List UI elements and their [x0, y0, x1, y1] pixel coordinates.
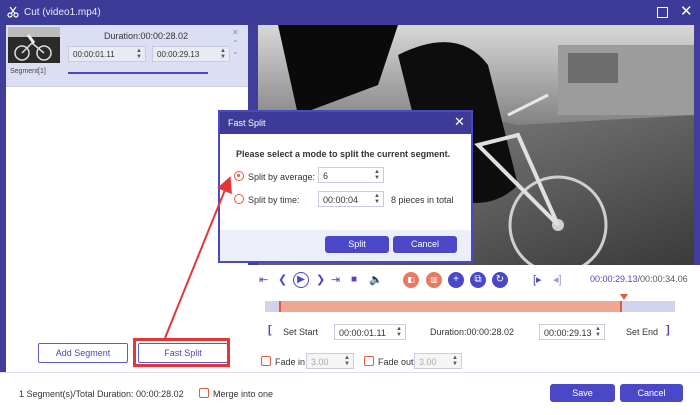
- segment-label: Segment[1]: [10, 68, 46, 75]
- timeline-selection[interactable]: [279, 301, 622, 312]
- stepper-icon[interactable]: ▲ ▼: [374, 193, 380, 205]
- scissors-icon: [7, 6, 19, 18]
- fade-in-value: 3.00: [311, 357, 329, 367]
- end-time-value: 00:00:29.13: [544, 328, 592, 338]
- bottom-bar: 1 Segment(s)/Total Duration: 00:00:28.02…: [0, 372, 700, 415]
- segment-duration: Duration:00:00:28.02: [104, 31, 189, 41]
- playhead[interactable]: [620, 294, 628, 300]
- stepper-icon[interactable]: ▲ ▼: [595, 326, 601, 338]
- total-duration: 1 Segment(s)/Total Duration: 00:00:28.02: [19, 389, 184, 399]
- start-time-value: 00:00:01.11: [339, 328, 386, 338]
- duplicate-icon[interactable]: ⧉: [470, 272, 486, 288]
- move-down-icon[interactable]: ⌄: [232, 47, 239, 56]
- dialog-prompt: Please select a mode to split the curren…: [236, 149, 451, 159]
- split-time-field[interactable]: 00:00:04 ▲ ▼: [318, 191, 384, 207]
- save-button[interactable]: Save: [550, 384, 615, 402]
- next-frame-icon[interactable]: ❯: [316, 273, 325, 287]
- average-count-field[interactable]: 6 ▲ ▼: [318, 167, 384, 183]
- split-by-time-radio[interactable]: [234, 194, 244, 204]
- average-count-value: 6: [323, 171, 329, 181]
- segment-start-value: 00:00:01.11: [73, 50, 115, 59]
- fade-out-field[interactable]: 3.00 ▲ ▼: [414, 353, 462, 369]
- split-time-value: 00:00:04: [323, 195, 359, 205]
- highlight-box: [133, 338, 230, 367]
- stepper-icon[interactable]: ▲ ▼: [374, 169, 380, 181]
- stepper-icon[interactable]: ▲ ▼: [220, 48, 226, 60]
- stepper-icon[interactable]: ▲ ▼: [136, 48, 142, 60]
- end-time-field[interactable]: 00:00:29.13 ▲ ▼: [539, 324, 605, 340]
- fade-out-label: Fade out: [378, 357, 414, 367]
- go-to-end-icon[interactable]: ⇥: [331, 273, 340, 287]
- set-end-button[interactable]: Set End: [626, 327, 658, 337]
- reset-icon[interactable]: ↻: [492, 272, 508, 288]
- set-start-button[interactable]: Set Start: [283, 327, 318, 337]
- fade-in-checkbox[interactable]: [261, 356, 271, 366]
- stop-icon[interactable]: ■: [351, 273, 357, 287]
- total-time: /00:00:34.06: [637, 274, 688, 284]
- maximize-button[interactable]: [657, 7, 668, 18]
- split-by-average-label: Split by average:: [248, 172, 316, 182]
- current-time: 00:00:29.13: [590, 274, 638, 284]
- dialog-close-icon[interactable]: ✕: [454, 114, 465, 130]
- add-icon[interactable]: +: [448, 272, 464, 288]
- segment-end-value: 00:00:29.13: [157, 50, 200, 59]
- play-icon[interactable]: ▶: [293, 272, 309, 288]
- add-segment-button[interactable]: Add Segment: [38, 343, 128, 363]
- fade-out-checkbox[interactable]: [364, 356, 374, 366]
- segment-thumbnail: [8, 27, 60, 63]
- merge-checkbox[interactable]: [199, 388, 209, 398]
- playback-controls: ⇤ ❮ ▶ ❯ ⇥ ■ 🔈 ◧ ▥ + ⧉ ↻ [▸ ◂] 00:00:29.1…: [248, 265, 700, 372]
- previous-frame-icon[interactable]: ❮: [278, 273, 287, 287]
- dialog-cancel-button[interactable]: Cancel: [393, 236, 457, 253]
- stepper-icon[interactable]: ▲ ▼: [344, 355, 350, 367]
- split-icon[interactable]: ▥: [426, 272, 442, 288]
- copy-segment-icon[interactable]: ◧: [403, 272, 419, 288]
- start-bracket-icon: [: [268, 324, 272, 336]
- merge-label: Merge into one: [213, 389, 274, 399]
- close-window-button[interactable]: ✕: [680, 4, 693, 19]
- stepper-icon[interactable]: ▲ ▼: [452, 355, 458, 367]
- title-bar: Cut (video1.mp4) ✕: [0, 0, 700, 25]
- split-by-time-label: Split by time:: [248, 195, 300, 205]
- segment-panel: Segment[1] Duration:00:00:28.02 00:00:01…: [6, 25, 248, 372]
- segment-start-field[interactable]: 00:00:01.11 ▲ ▼: [68, 46, 146, 62]
- split-by-average-radio[interactable]: [234, 171, 244, 181]
- fade-out-value: 3.00: [419, 357, 437, 367]
- cut-duration: Duration:00:00:28.02: [430, 327, 515, 337]
- volume-icon[interactable]: 🔈: [369, 273, 383, 287]
- time-readout: 00:00:29.13/00:00:34.06: [590, 274, 688, 284]
- fade-in-label: Fade in: [275, 357, 306, 367]
- go-to-start-icon[interactable]: ⇤: [259, 273, 268, 287]
- jump-to-end-marker-icon[interactable]: ◂]: [553, 273, 562, 287]
- jump-to-start-marker-icon[interactable]: [▸: [533, 273, 542, 287]
- fade-in-field[interactable]: 3.00 ▲ ▼: [306, 353, 354, 369]
- end-bracket-icon: ]: [666, 324, 670, 336]
- delete-segment-icon[interactable]: ✕: [232, 28, 239, 37]
- stepper-icon[interactable]: ▲ ▼: [396, 326, 402, 338]
- dialog-footer: Split Cancel: [220, 230, 471, 261]
- pieces-total: 8 pieces in total: [391, 195, 454, 205]
- segment-range-bar: [68, 72, 208, 74]
- segment-end-field[interactable]: 00:00:29.13 ▲ ▼: [152, 46, 230, 62]
- fast-split-dialog: Fast Split ✕ Please select a mode to spl…: [218, 110, 473, 263]
- dialog-header: Fast Split ✕: [220, 112, 471, 134]
- split-button[interactable]: Split: [325, 236, 389, 253]
- cancel-button[interactable]: Cancel: [620, 384, 683, 402]
- segment-row[interactable]: Segment[1] Duration:00:00:28.02 00:00:01…: [6, 25, 248, 87]
- start-time-field[interactable]: 00:00:01.11 ▲ ▼: [334, 324, 406, 340]
- window-title: Cut (video1.mp4): [24, 7, 101, 18]
- dialog-title: Fast Split: [228, 118, 266, 128]
